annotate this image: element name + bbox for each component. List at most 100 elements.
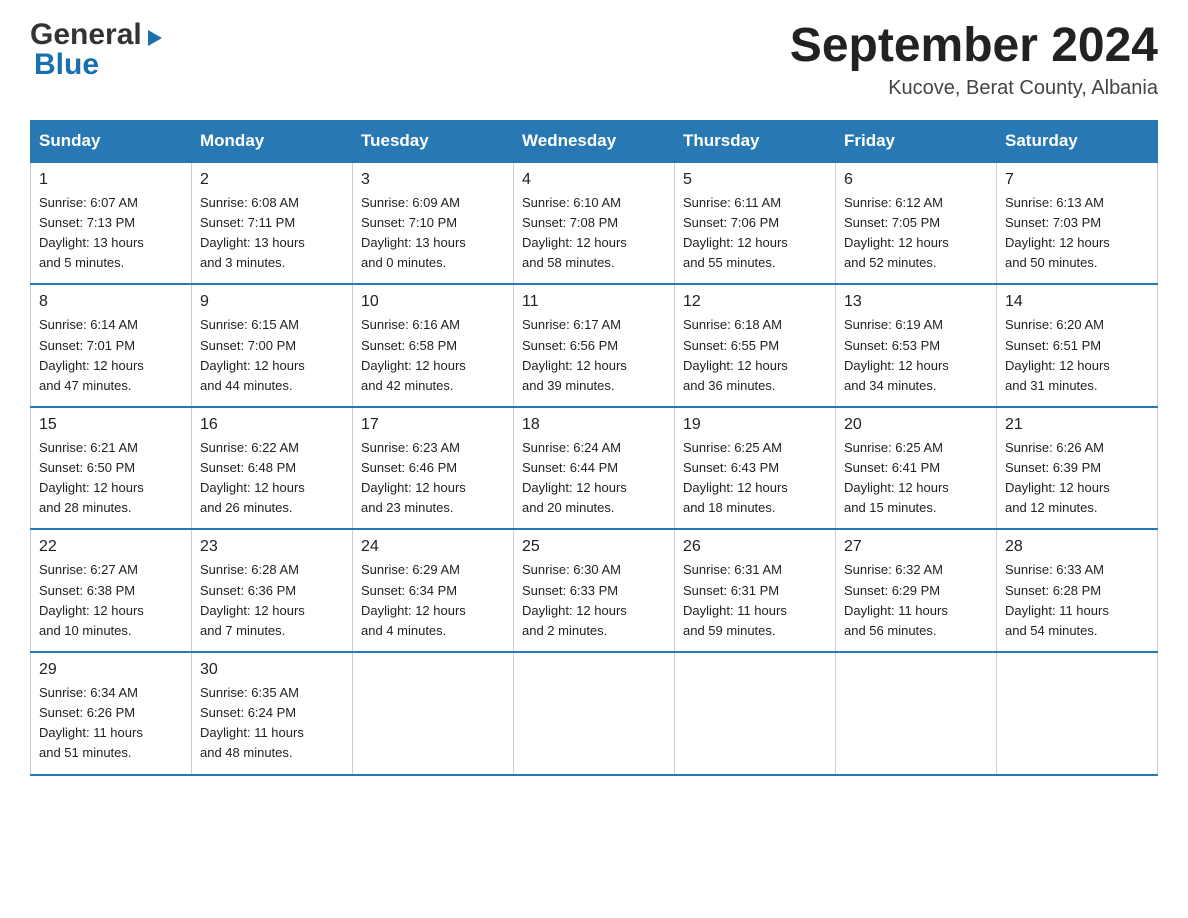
day-number: 5	[683, 171, 827, 189]
day-info: Sunrise: 6:27 AMSunset: 6:38 PMDaylight:…	[39, 560, 183, 641]
day-number: 26	[683, 538, 827, 556]
day-number: 19	[683, 416, 827, 434]
day-number: 13	[844, 293, 988, 311]
day-number: 16	[200, 416, 344, 434]
day-info: Sunrise: 6:32 AMSunset: 6:29 PMDaylight:…	[844, 560, 988, 641]
day-number: 22	[39, 538, 183, 556]
calendar-cell: 2Sunrise: 6:08 AMSunset: 7:11 PMDaylight…	[192, 162, 353, 285]
logo: General Blue	[30, 20, 166, 80]
day-info: Sunrise: 6:28 AMSunset: 6:36 PMDaylight:…	[200, 560, 344, 641]
calendar-cell: 18Sunrise: 6:24 AMSunset: 6:44 PMDayligh…	[514, 407, 675, 530]
day-info: Sunrise: 6:29 AMSunset: 6:34 PMDaylight:…	[361, 560, 505, 641]
calendar-cell: 10Sunrise: 6:16 AMSunset: 6:58 PMDayligh…	[353, 284, 514, 407]
day-info: Sunrise: 6:34 AMSunset: 6:26 PMDaylight:…	[39, 683, 183, 764]
calendar-week-5: 29 Sunrise: 6:34 AMSunset: 6:26 PMDayligh…	[31, 652, 1158, 775]
calendar-cell: 22 Sunrise: 6:27 AMSunset: 6:38 PMDayligh…	[31, 529, 192, 652]
day-info: Sunrise: 6:16 AMSunset: 6:58 PMDaylight:…	[361, 315, 505, 396]
header-wednesday: Wednesday	[514, 120, 675, 162]
day-info: Sunrise: 6:17 AMSunset: 6:56 PMDaylight:…	[522, 315, 666, 396]
day-number: 2	[200, 171, 344, 189]
day-info: Sunrise: 6:09 AMSunset: 7:10 PMDaylight:…	[361, 193, 505, 274]
day-info: Sunrise: 6:15 AMSunset: 7:00 PMDaylight:…	[200, 315, 344, 396]
calendar-week-2: 8 Sunrise: 6:14 AMSunset: 7:01 PMDaylight…	[31, 284, 1158, 407]
calendar-cell: 6 Sunrise: 6:12 AMSunset: 7:05 PMDaylight…	[836, 162, 997, 285]
day-number: 25	[522, 538, 666, 556]
day-info: Sunrise: 6:19 AMSunset: 6:53 PMDaylight:…	[844, 315, 988, 396]
day-number: 30	[200, 661, 344, 679]
day-number: 27	[844, 538, 988, 556]
calendar-cell: 19 Sunrise: 6:25 AMSunset: 6:43 PMDayligh…	[675, 407, 836, 530]
day-info: Sunrise: 6:26 AMSunset: 6:39 PMDaylight:…	[1005, 438, 1149, 519]
day-number: 28	[1005, 538, 1149, 556]
day-info: Sunrise: 6:25 AMSunset: 6:41 PMDaylight:…	[844, 438, 988, 519]
day-info: Sunrise: 6:07 AMSunset: 7:13 PMDaylight:…	[39, 193, 183, 274]
day-number: 17	[361, 416, 505, 434]
day-number: 11	[522, 293, 666, 311]
day-number: 29	[39, 661, 183, 679]
day-number: 6	[844, 171, 988, 189]
calendar-cell: 13 Sunrise: 6:19 AMSunset: 6:53 PMDayligh…	[836, 284, 997, 407]
day-number: 8	[39, 293, 183, 311]
calendar-cell: 3 Sunrise: 6:09 AMSunset: 7:10 PMDaylight…	[353, 162, 514, 285]
calendar-cell: 9Sunrise: 6:15 AMSunset: 7:00 PMDaylight…	[192, 284, 353, 407]
calendar-cell: 20 Sunrise: 6:25 AMSunset: 6:41 PMDayligh…	[836, 407, 997, 530]
day-info: Sunrise: 6:24 AMSunset: 6:44 PMDaylight:…	[522, 438, 666, 519]
calendar-cell: 29 Sunrise: 6:34 AMSunset: 6:26 PMDayligh…	[31, 652, 192, 775]
day-number: 15	[39, 416, 183, 434]
day-info: Sunrise: 6:23 AMSunset: 6:46 PMDaylight:…	[361, 438, 505, 519]
calendar-body: 1 Sunrise: 6:07 AMSunset: 7:13 PMDaylight…	[31, 162, 1158, 775]
calendar-cell: 30 Sunrise: 6:35 AMSunset: 6:24 PMDayligh…	[192, 652, 353, 775]
header-tuesday: Tuesday	[353, 120, 514, 162]
calendar-cell: 11 Sunrise: 6:17 AMSunset: 6:56 PMDayligh…	[514, 284, 675, 407]
calendar-cell: 4 Sunrise: 6:10 AMSunset: 7:08 PMDaylight…	[514, 162, 675, 285]
calendar-cell: 14 Sunrise: 6:20 AMSunset: 6:51 PMDayligh…	[997, 284, 1158, 407]
calendar-cell	[997, 652, 1158, 775]
day-number: 23	[200, 538, 344, 556]
day-info: Sunrise: 6:20 AMSunset: 6:51 PMDaylight:…	[1005, 315, 1149, 396]
header-saturday: Saturday	[997, 120, 1158, 162]
calendar-subtitle: Kucove, Berat County, Albania	[790, 77, 1158, 100]
day-info: Sunrise: 6:14 AMSunset: 7:01 PMDaylight:…	[39, 315, 183, 396]
day-info: Sunrise: 6:13 AMSunset: 7:03 PMDaylight:…	[1005, 193, 1149, 274]
logo-blue-text: Blue	[34, 50, 166, 80]
logo-triangle-icon	[144, 26, 166, 48]
calendar-week-1: 1 Sunrise: 6:07 AMSunset: 7:13 PMDaylight…	[31, 162, 1158, 285]
calendar-week-3: 15 Sunrise: 6:21 AMSunset: 6:50 PMDayligh…	[31, 407, 1158, 530]
calendar-cell	[675, 652, 836, 775]
day-number: 21	[1005, 416, 1149, 434]
calendar-cell: 8 Sunrise: 6:14 AMSunset: 7:01 PMDaylight…	[31, 284, 192, 407]
day-number: 3	[361, 171, 505, 189]
day-number: 12	[683, 293, 827, 311]
calendar-cell	[836, 652, 997, 775]
day-info: Sunrise: 6:25 AMSunset: 6:43 PMDaylight:…	[683, 438, 827, 519]
calendar-cell: 15 Sunrise: 6:21 AMSunset: 6:50 PMDayligh…	[31, 407, 192, 530]
calendar-header: Sunday Monday Tuesday Wednesday Thursday…	[31, 120, 1158, 162]
calendar-cell: 21 Sunrise: 6:26 AMSunset: 6:39 PMDayligh…	[997, 407, 1158, 530]
calendar-cell: 27 Sunrise: 6:32 AMSunset: 6:29 PMDayligh…	[836, 529, 997, 652]
day-info: Sunrise: 6:10 AMSunset: 7:08 PMDaylight:…	[522, 193, 666, 274]
day-number: 14	[1005, 293, 1149, 311]
calendar-cell: 5 Sunrise: 6:11 AMSunset: 7:06 PMDaylight…	[675, 162, 836, 285]
day-number: 20	[844, 416, 988, 434]
day-info: Sunrise: 6:33 AMSunset: 6:28 PMDaylight:…	[1005, 560, 1149, 641]
day-info: Sunrise: 6:22 AMSunset: 6:48 PMDaylight:…	[200, 438, 344, 519]
calendar-week-4: 22 Sunrise: 6:27 AMSunset: 6:38 PMDayligh…	[31, 529, 1158, 652]
day-number: 24	[361, 538, 505, 556]
day-number: 4	[522, 171, 666, 189]
page-header: General Blue September 2024 Kucove, Bera…	[30, 20, 1158, 100]
day-number: 1	[39, 171, 183, 189]
header-thursday: Thursday	[675, 120, 836, 162]
logo-general-text: General	[30, 20, 142, 50]
calendar-table: Sunday Monday Tuesday Wednesday Thursday…	[30, 120, 1158, 776]
calendar-cell: 16 Sunrise: 6:22 AMSunset: 6:48 PMDayligh…	[192, 407, 353, 530]
calendar-cell: 23 Sunrise: 6:28 AMSunset: 6:36 PMDayligh…	[192, 529, 353, 652]
day-info: Sunrise: 6:31 AMSunset: 6:31 PMDaylight:…	[683, 560, 827, 641]
day-info: Sunrise: 6:35 AMSunset: 6:24 PMDaylight:…	[200, 683, 344, 764]
day-info: Sunrise: 6:21 AMSunset: 6:50 PMDaylight:…	[39, 438, 183, 519]
day-info: Sunrise: 6:11 AMSunset: 7:06 PMDaylight:…	[683, 193, 827, 274]
day-info: Sunrise: 6:30 AMSunset: 6:33 PMDaylight:…	[522, 560, 666, 641]
calendar-cell	[353, 652, 514, 775]
calendar-cell: 17 Sunrise: 6:23 AMSunset: 6:46 PMDayligh…	[353, 407, 514, 530]
day-number: 7	[1005, 171, 1149, 189]
day-info: Sunrise: 6:12 AMSunset: 7:05 PMDaylight:…	[844, 193, 988, 274]
